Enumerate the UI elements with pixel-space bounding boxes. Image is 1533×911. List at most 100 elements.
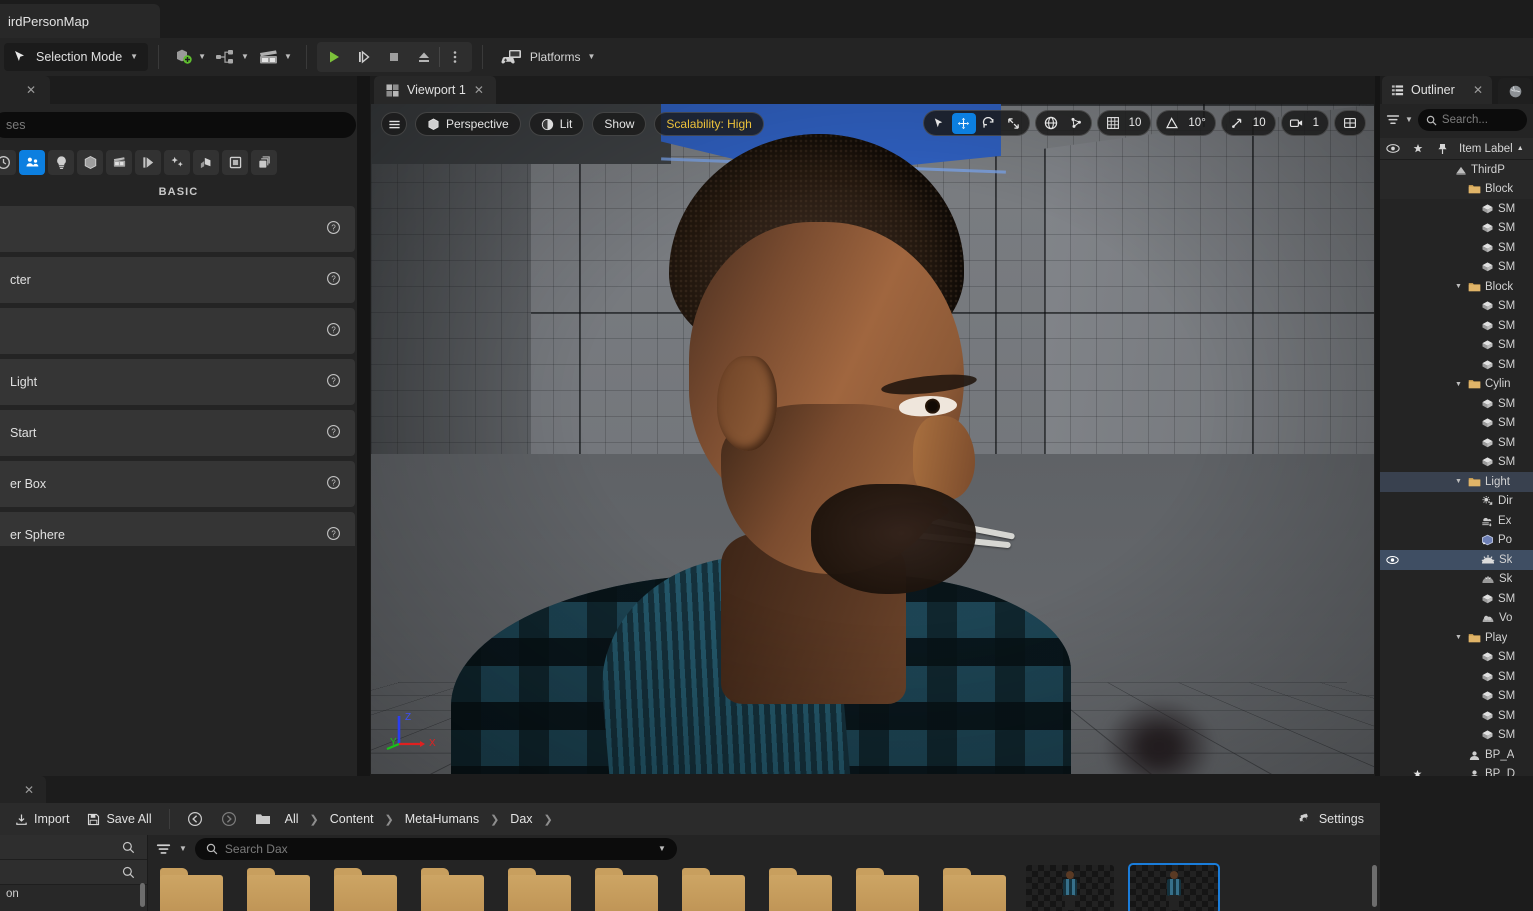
breadcrumb-separator-icon[interactable]: ❯ <box>540 813 557 826</box>
outliner-row[interactable]: SM <box>1380 238 1533 258</box>
angle-snap-value[interactable]: 10° <box>1185 117 1211 129</box>
asset-search-input[interactable]: Search Dax ▼ <box>194 838 677 860</box>
play-button[interactable] <box>319 43 349 71</box>
play-options-button[interactable] <box>440 43 470 71</box>
outliner-row[interactable]: SM <box>1380 706 1533 726</box>
close-icon[interactable]: ✕ <box>1473 83 1483 97</box>
content-folder-item[interactable] <box>504 865 575 911</box>
outliner-row[interactable]: SM <box>1380 414 1533 434</box>
content-browser-tab[interactable]: er ✕ <box>0 776 46 803</box>
world-settings-tab[interactable] <box>1498 78 1532 104</box>
content-folder-item[interactable] <box>678 865 749 911</box>
category-basic[interactable] <box>19 150 45 175</box>
outliner-row[interactable]: Vo <box>1380 609 1533 629</box>
outliner-row[interactable]: SM <box>1380 648 1533 668</box>
outliner-row[interactable]: SM <box>1380 219 1533 239</box>
place-actors-tab[interactable]: ✕ <box>0 76 50 104</box>
place-actor-item[interactable]: Start ? <box>0 410 355 456</box>
viewport-menu-button[interactable] <box>381 112 407 136</box>
content-asset-item[interactable] <box>1128 863 1220 911</box>
breadcrumb-item-metahumans[interactable]: MetaHumans <box>402 808 482 830</box>
scale-snap-value[interactable]: 10 <box>1250 117 1272 129</box>
category-lights[interactable] <box>48 150 74 175</box>
help-icon[interactable]: ? <box>326 373 341 391</box>
category-visual-effects[interactable] <box>135 150 161 175</box>
chevron-down-icon[interactable]: ▼ <box>179 845 187 853</box>
move-tool-button[interactable] <box>951 112 976 134</box>
asset-grid-scrollbar[interactable] <box>1372 865 1377 907</box>
category-shapes[interactable] <box>77 150 103 175</box>
viewport-layouts-icon[interactable] <box>1338 113 1362 134</box>
breadcrumb-item-all[interactable]: All <box>282 808 302 830</box>
outliner-row[interactable]: SM <box>1380 687 1533 707</box>
scale-snap-icon[interactable] <box>1225 113 1249 134</box>
asset-thumbnail[interactable] <box>1026 865 1114 911</box>
help-icon[interactable]: ? <box>326 271 341 289</box>
help-icon[interactable]: ? <box>326 475 341 493</box>
pin-column-header[interactable] <box>1430 143 1455 155</box>
metahuman-character[interactable] <box>421 104 1071 774</box>
content-folder-item[interactable] <box>591 865 662 911</box>
outliner-row[interactable]: SM <box>1380 726 1533 746</box>
outliner-row[interactable]: SM <box>1380 258 1533 278</box>
help-icon[interactable]: ? <box>326 526 341 544</box>
skip-button[interactable] <box>349 43 379 71</box>
outliner-row[interactable]: SM <box>1380 433 1533 453</box>
outliner-row[interactable]: SM <box>1380 589 1533 609</box>
close-icon[interactable]: ✕ <box>474 83 484 97</box>
row-twisty-icon[interactable]: ▼ <box>1453 634 1464 641</box>
rotate-tool-button[interactable] <box>977 113 1001 134</box>
category-volumes[interactable] <box>222 150 248 175</box>
outliner-row[interactable]: BP_D <box>1380 765 1533 776</box>
outliner-row[interactable]: SM <box>1380 453 1533 473</box>
place-actor-item[interactable]: ? <box>0 308 355 354</box>
camera-speed-icon[interactable] <box>1285 113 1309 134</box>
path-root-icon-button[interactable] <box>248 807 278 831</box>
left-panel-splitter[interactable] <box>357 76 370 776</box>
world-coordinate-icon[interactable] <box>1039 113 1063 134</box>
outliner-row[interactable]: Ex <box>1380 511 1533 531</box>
save-all-button[interactable]: Save All <box>80 807 158 831</box>
stop-button[interactable] <box>379 43 409 71</box>
content-browser-settings-button[interactable]: Settings <box>1289 807 1372 831</box>
camera-speed-value[interactable]: 1 <box>1310 117 1325 129</box>
place-actor-item[interactable]: cter ? <box>0 257 355 303</box>
level-tab[interactable]: irdPersonMap <box>0 4 160 38</box>
back-button[interactable] <box>180 807 210 831</box>
visibility-column-header[interactable] <box>1380 143 1405 154</box>
outliner-row[interactable]: SM <box>1380 394 1533 414</box>
outliner-row[interactable]: SM <box>1380 199 1533 219</box>
outliner-row[interactable]: SM <box>1380 297 1533 317</box>
chevron-down-icon[interactable]: ▼ <box>1405 116 1413 124</box>
outliner-row[interactable]: SM <box>1380 667 1533 687</box>
outliner-row[interactable]: ▼ Cylin <box>1380 375 1533 395</box>
filter-icon[interactable] <box>1386 113 1400 127</box>
viewport-3d-canvas[interactable]: Perspective Lit Show Scalability: High 1… <box>371 104 1374 774</box>
content-folder-item[interactable] <box>156 865 227 911</box>
cinematics-button[interactable]: ▼ <box>253 43 296 71</box>
sources-tree-item[interactable]: on <box>0 885 147 903</box>
blueprints-button[interactable]: ▼ <box>210 43 253 71</box>
import-button[interactable]: Import <box>8 807 76 831</box>
place-actor-item[interactable]: er Box ? <box>0 461 355 507</box>
selection-mode-dropdown[interactable]: Selection Mode ▼ <box>4 43 149 71</box>
sources-search-row-2[interactable] <box>0 860 147 885</box>
outliner-row[interactable]: Sk <box>1380 570 1533 590</box>
asset-thumbnail[interactable] <box>1128 863 1220 911</box>
grid-snap-value[interactable]: 10 <box>1126 117 1148 129</box>
outliner-search-input[interactable]: Search... <box>1417 109 1527 131</box>
close-icon[interactable]: ✕ <box>24 783 34 797</box>
content-folder-item[interactable] <box>417 865 488 911</box>
platforms-dropdown[interactable]: Platforms ▼ <box>493 43 604 71</box>
viewport-viewmode-dropdown[interactable]: Lit <box>528 112 585 136</box>
sources-search-row-1[interactable] <box>0 835 147 860</box>
outliner-tab[interactable]: Outliner ✕ <box>1382 76 1492 104</box>
breadcrumb-item-content[interactable]: Content <box>327 808 377 830</box>
row-twisty-icon[interactable]: ▼ <box>1453 283 1464 290</box>
content-folder-item[interactable] <box>330 865 401 911</box>
help-icon[interactable]: ? <box>326 322 341 340</box>
outliner-row[interactable]: ThirdP <box>1380 160 1533 180</box>
viewport-scalability-dropdown[interactable]: Scalability: High <box>654 112 764 136</box>
place-actor-item[interactable]: ? <box>0 206 355 252</box>
create-actor-button[interactable]: ▼ <box>169 43 210 71</box>
